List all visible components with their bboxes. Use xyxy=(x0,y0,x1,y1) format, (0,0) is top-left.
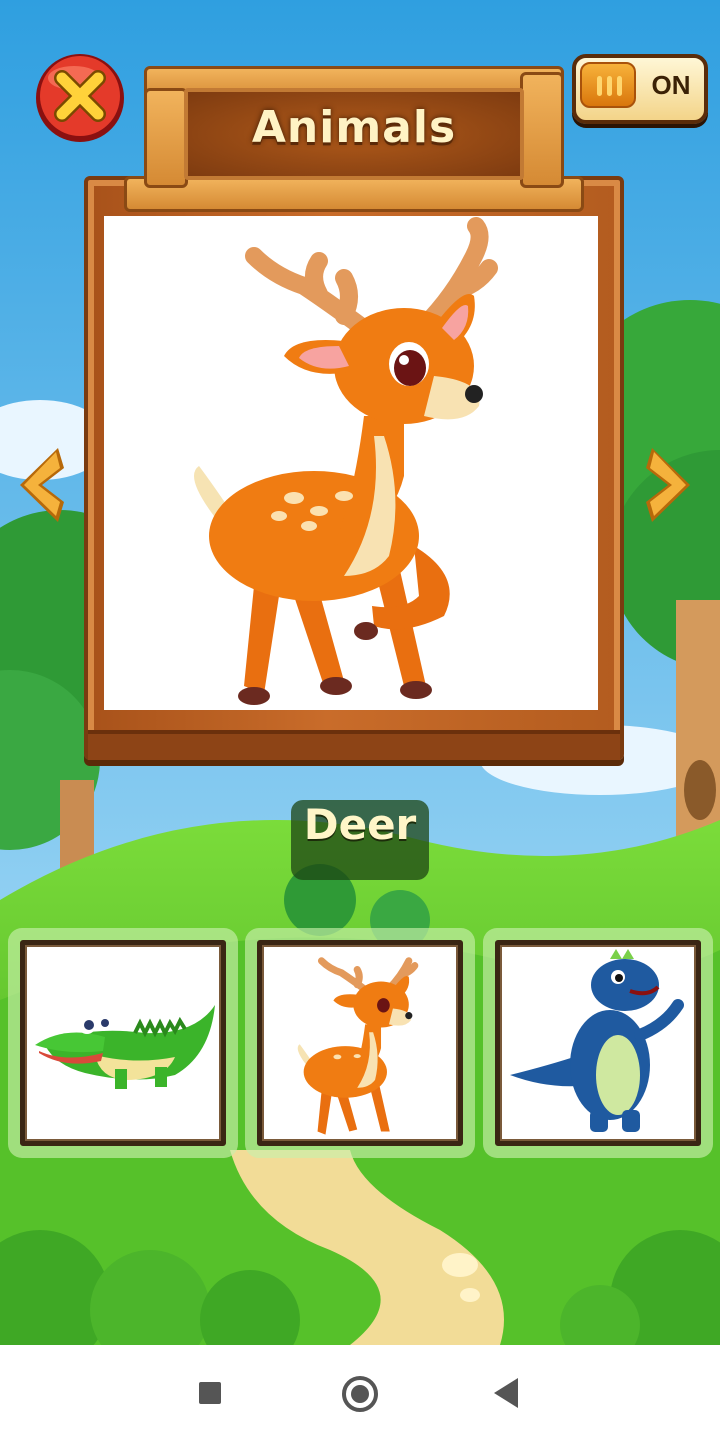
chevron-left-icon xyxy=(20,448,64,522)
dinosaur-icon xyxy=(510,949,684,1132)
thumbnail-frame xyxy=(20,940,226,1146)
frame-bottom-edge xyxy=(88,730,620,760)
deer-illustration xyxy=(194,217,498,705)
sound-toggle[interactable]: ON xyxy=(572,54,708,124)
chevron-right-icon xyxy=(646,448,690,522)
triangle-back-icon[interactable] xyxy=(494,1378,518,1408)
animal-picture[interactable] xyxy=(104,216,598,710)
close-button[interactable] xyxy=(34,52,126,144)
thumbnail-crocodile[interactable] xyxy=(8,928,238,1158)
title-board: Animals xyxy=(124,58,584,212)
bottom-plank xyxy=(124,176,584,212)
thumbnail-deer[interactable] xyxy=(245,928,475,1158)
thumbnail-dinosaur[interactable] xyxy=(483,928,713,1158)
left-plank xyxy=(144,88,188,188)
animal-name: Deer xyxy=(303,800,417,849)
thumbnail-frame xyxy=(495,940,701,1146)
next-button[interactable] xyxy=(640,440,700,530)
square-recent-icon[interactable] xyxy=(199,1382,221,1404)
toggle-label: ON xyxy=(651,70,691,100)
previous-button[interactable] xyxy=(10,440,70,530)
crocodile-icon xyxy=(35,1005,215,1089)
system-navigation-bar xyxy=(0,1345,720,1440)
page-title: Animals xyxy=(251,102,457,153)
animal-name-badge: Deer xyxy=(291,800,429,880)
right-plank xyxy=(520,72,564,188)
close-x-icon xyxy=(36,54,124,142)
deer-icon xyxy=(297,957,419,1135)
thumbnail-frame xyxy=(257,940,463,1146)
circle-home-icon[interactable] xyxy=(342,1376,378,1412)
toggle-knob xyxy=(580,62,636,108)
